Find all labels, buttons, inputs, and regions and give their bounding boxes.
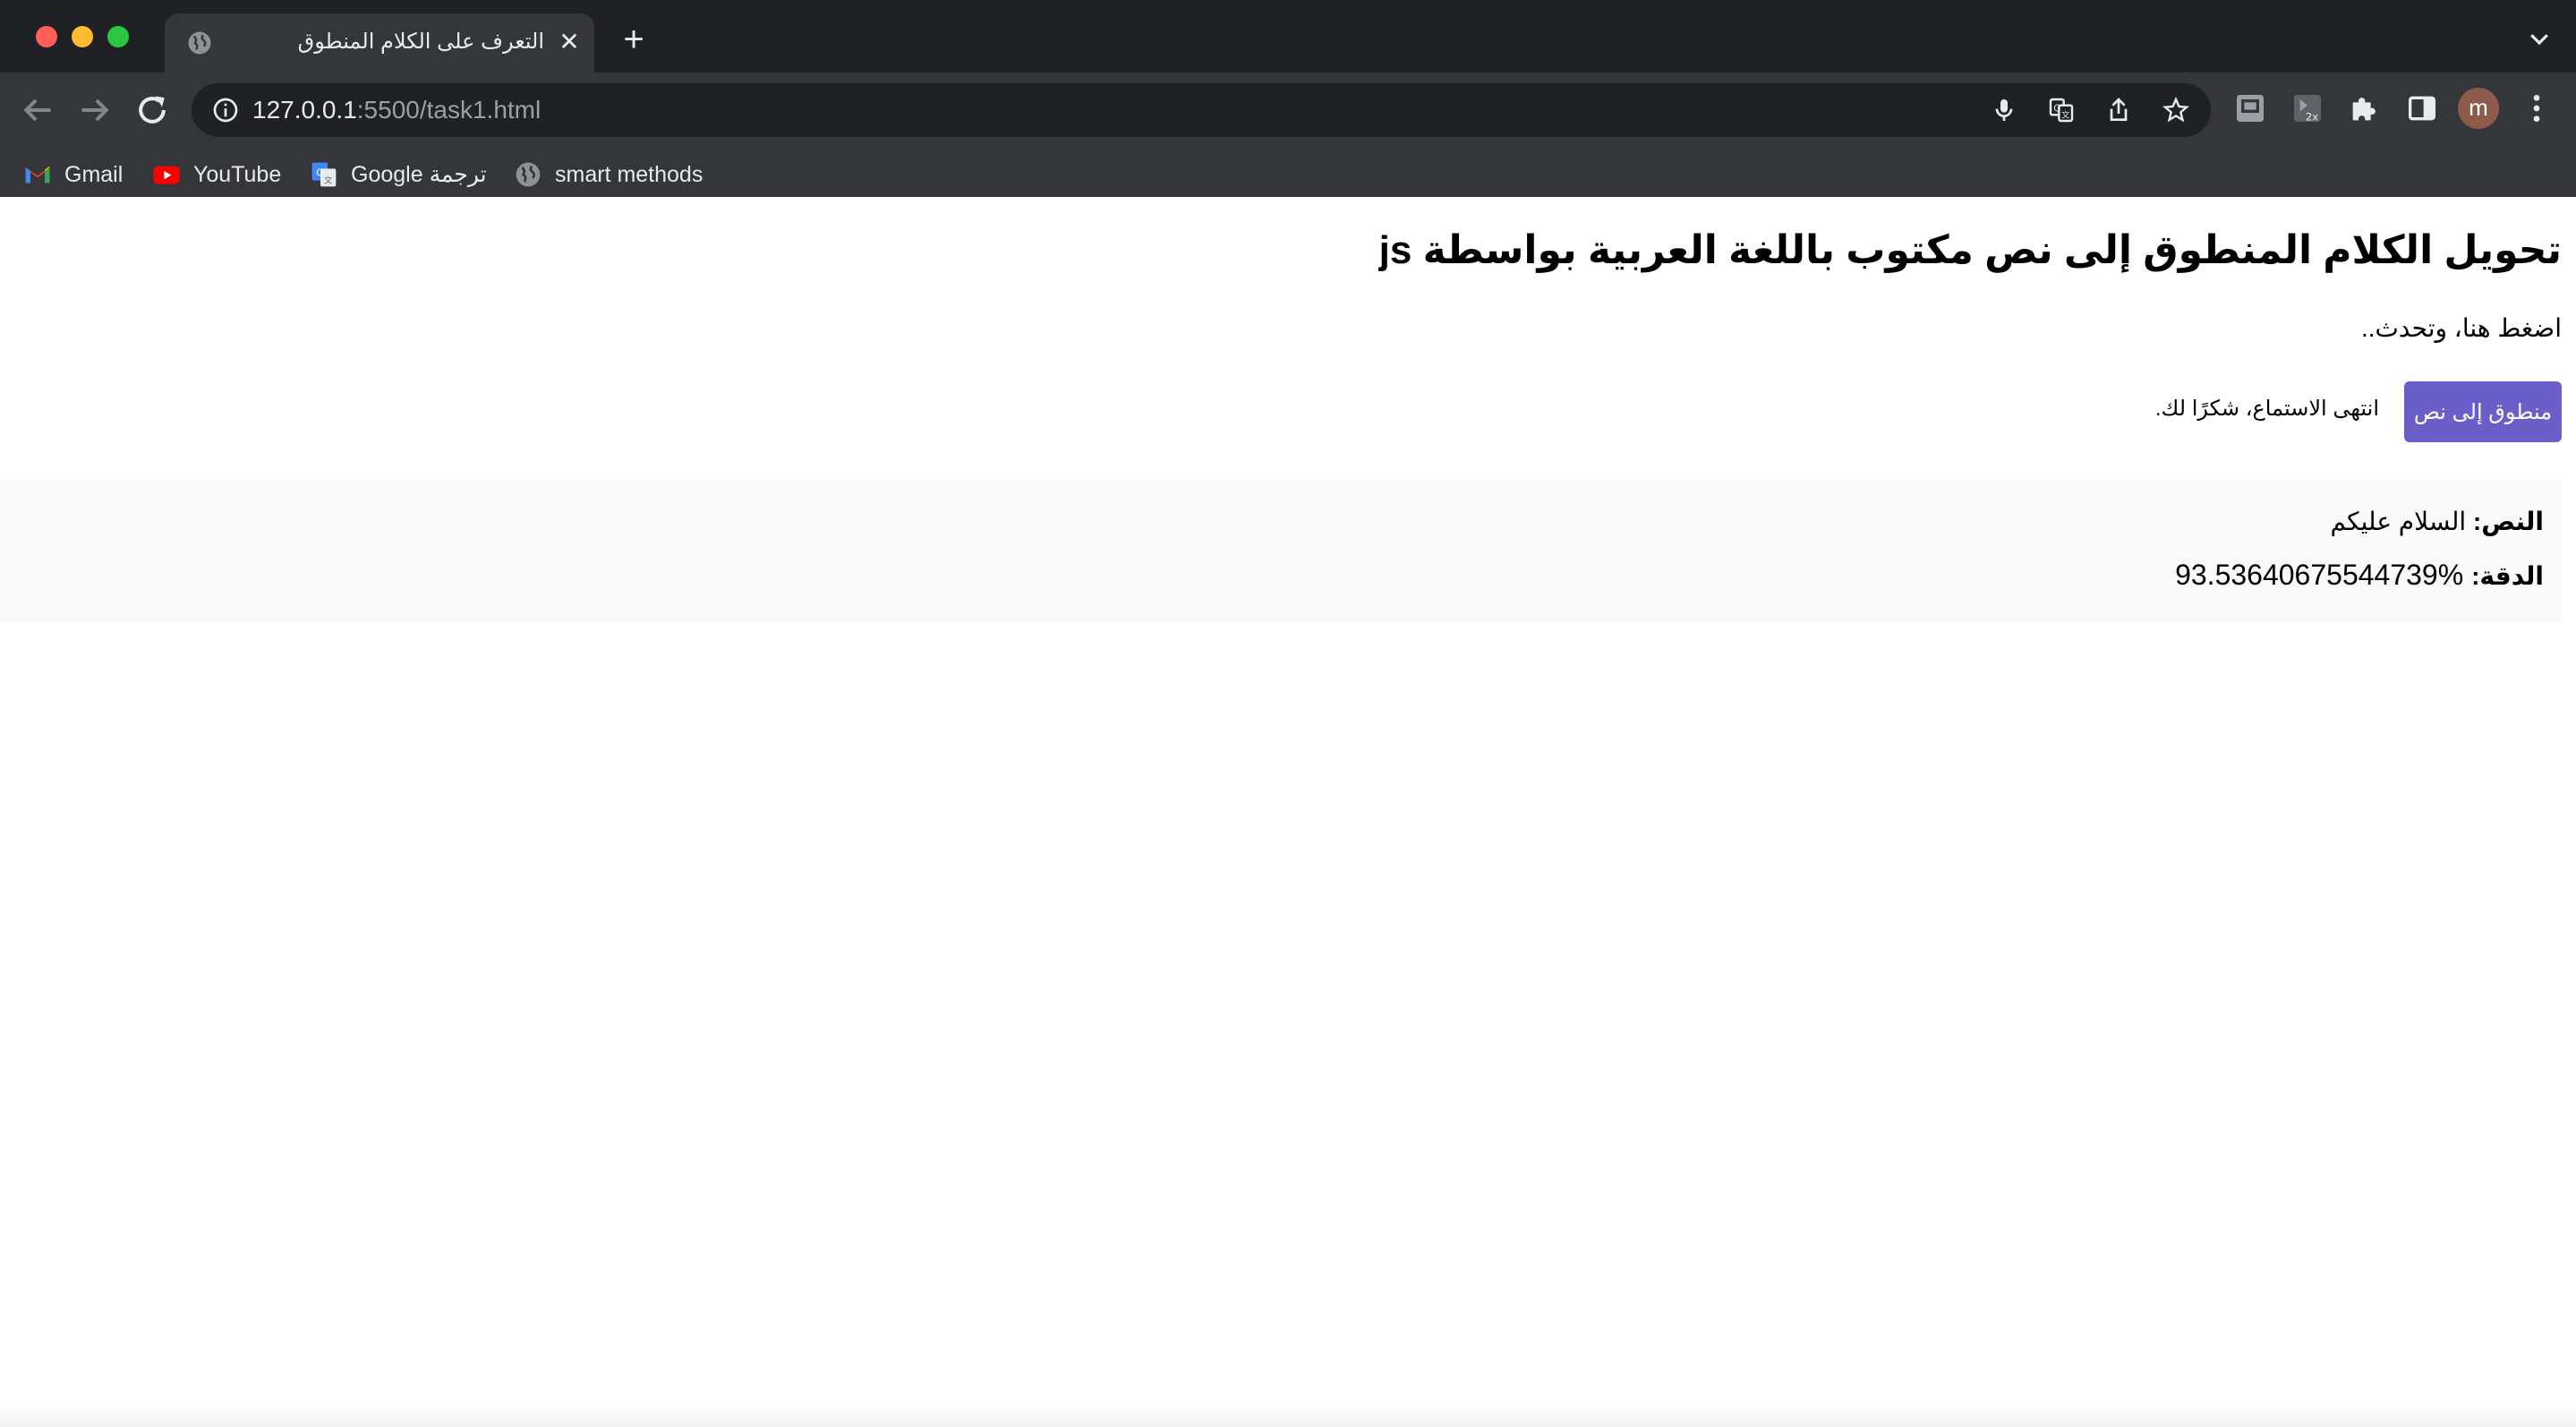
window-bottom-shadow [0,1406,2576,1427]
extensions-puzzle-icon[interactable] [2347,90,2383,126]
translate-icon[interactable]: G 文 [2047,96,2076,124]
profile-avatar[interactable]: m [2458,88,2499,129]
page-content: تحويل الكلام المنطوق إلى نص مكتوب باللغة… [0,197,2576,1427]
browser-toolbar: 127.0.0.1:5500/task1.html G 文 2x m Gmail… [0,73,2576,209]
bookmark-label: Gmail [64,161,124,187]
url-text: 127.0.0.1:5500/task1.html [252,96,541,124]
svg-text:文: 文 [324,175,332,185]
result-text-line: النص: السلام عليكم [2331,507,2545,536]
zoom-window-button[interactable] [107,26,129,47]
more-menu-icon[interactable] [2519,90,2555,126]
globe-icon [188,31,211,55]
info-icon[interactable] [211,96,240,124]
result-accuracy-label: الدقة: [2471,562,2544,590]
close-window-button[interactable] [36,26,57,47]
minimize-window-button[interactable] [72,26,93,47]
gmail-icon [25,166,50,184]
svg-text:G: G [2053,102,2060,114]
bookmark-smart-methods[interactable]: smart methods [514,158,703,191]
bookmark-gmail[interactable]: Gmail [23,158,123,191]
youtube-icon [153,166,180,184]
new-tab-button[interactable]: + [616,21,652,57]
chevron-down-icon[interactable] [2526,25,2553,52]
page-title: تحويل الكلام المنطوق إلى نص مكتوب باللغة… [1378,228,2562,272]
url-host: 127.0.0.1 [252,96,357,124]
result-text-value: السلام عليكم [2330,508,2467,535]
microphone-icon[interactable] [1990,96,2018,124]
bookmark-youtube[interactable]: YouTube [152,158,281,191]
google-translate-icon: G 文 [311,162,337,187]
speed-2x-extension-icon[interactable]: 2x [2290,90,2325,126]
back-arrow-icon[interactable] [18,90,57,130]
bookmark-star-icon[interactable] [2162,96,2190,124]
tab-title: التعرف على الكلام المنطوق [297,30,544,54]
screen-capture-extension-icon[interactable] [2232,90,2268,126]
bookmarks-bar: Gmail YouTube G 文 Google ترجمة smart met [0,146,2576,200]
close-tab-icon[interactable]: ✕ [555,28,584,56]
listening-status: انتهى الاستماع، شكرًا لك. [2154,397,2379,421]
result-accuracy-line: الدقة: 93.53640675544739% [2175,559,2544,592]
svg-text:G: G [316,167,323,178]
result-accuracy-value: 93.53640675544739% [2175,559,2464,591]
active-tab[interactable]: التعرف على الكلام المنطوق ✕ [165,13,594,73]
result-panel: النص: السلام عليكم الدقة: 93.53640675544… [0,480,2562,621]
address-bar[interactable]: 127.0.0.1:5500/task1.html G 文 [192,83,2211,137]
url-path: :5500/task1.html [356,96,542,124]
bookmark-label: YouTube [193,161,282,187]
bookmark-label: smart methods [555,161,704,187]
share-icon[interactable] [2104,96,2133,124]
bookmark-label: Google ترجمة [351,162,487,187]
svg-text:文: 文 [2061,110,2069,121]
tab-strip: التعرف على الكلام المنطوق ✕ + [0,0,2576,73]
globe-icon [516,162,541,187]
svg-text:2x: 2x [2306,110,2318,123]
instruction-text: اضغط هنا، وتحدث.. [2361,314,2562,342]
result-text-label: النص: [2472,508,2544,535]
speech-to-text-button[interactable]: منطوق إلى نص [2404,381,2562,442]
side-panel-icon[interactable] [2404,90,2440,126]
reload-icon[interactable] [132,90,172,130]
forward-arrow-icon[interactable] [75,90,115,130]
bookmark-google-translate[interactable]: G 文 Google ترجمة [310,158,487,191]
